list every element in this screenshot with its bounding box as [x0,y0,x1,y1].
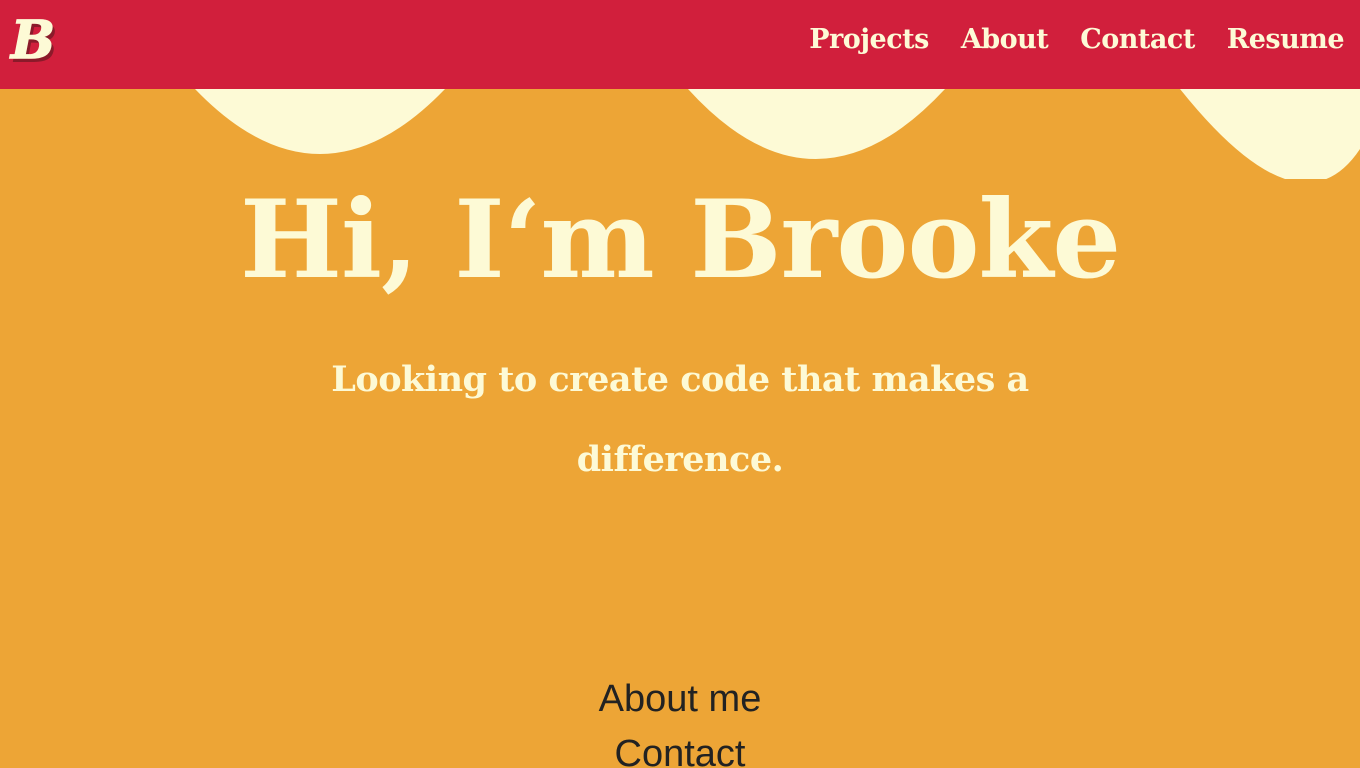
section-links: About me Contact [0,672,1360,768]
nav-link-contact[interactable]: Contact [1080,22,1195,58]
logo[interactable]: B B [4,9,62,75]
about-me-link[interactable]: About me [0,672,1360,727]
logo-b-icon: B B [8,9,58,75]
hero-title: Hi, I‘m Brooke [239,177,1121,303]
hero-tagline: Looking to create code that makes a diff… [331,359,1029,480]
nav-link-about[interactable]: About [961,22,1049,58]
nav-links: Projects About Contact Resume [809,22,1344,58]
nav-link-projects[interactable]: Projects [809,22,929,58]
nav-link-resume[interactable]: Resume [1227,22,1345,58]
scallop-1 [195,89,445,154]
logo-letter: B [9,12,55,70]
scallop-2 [688,89,945,159]
contact-link[interactable]: Contact [0,727,1360,768]
navbar: B B Projects About Contact Resume [0,0,1360,89]
